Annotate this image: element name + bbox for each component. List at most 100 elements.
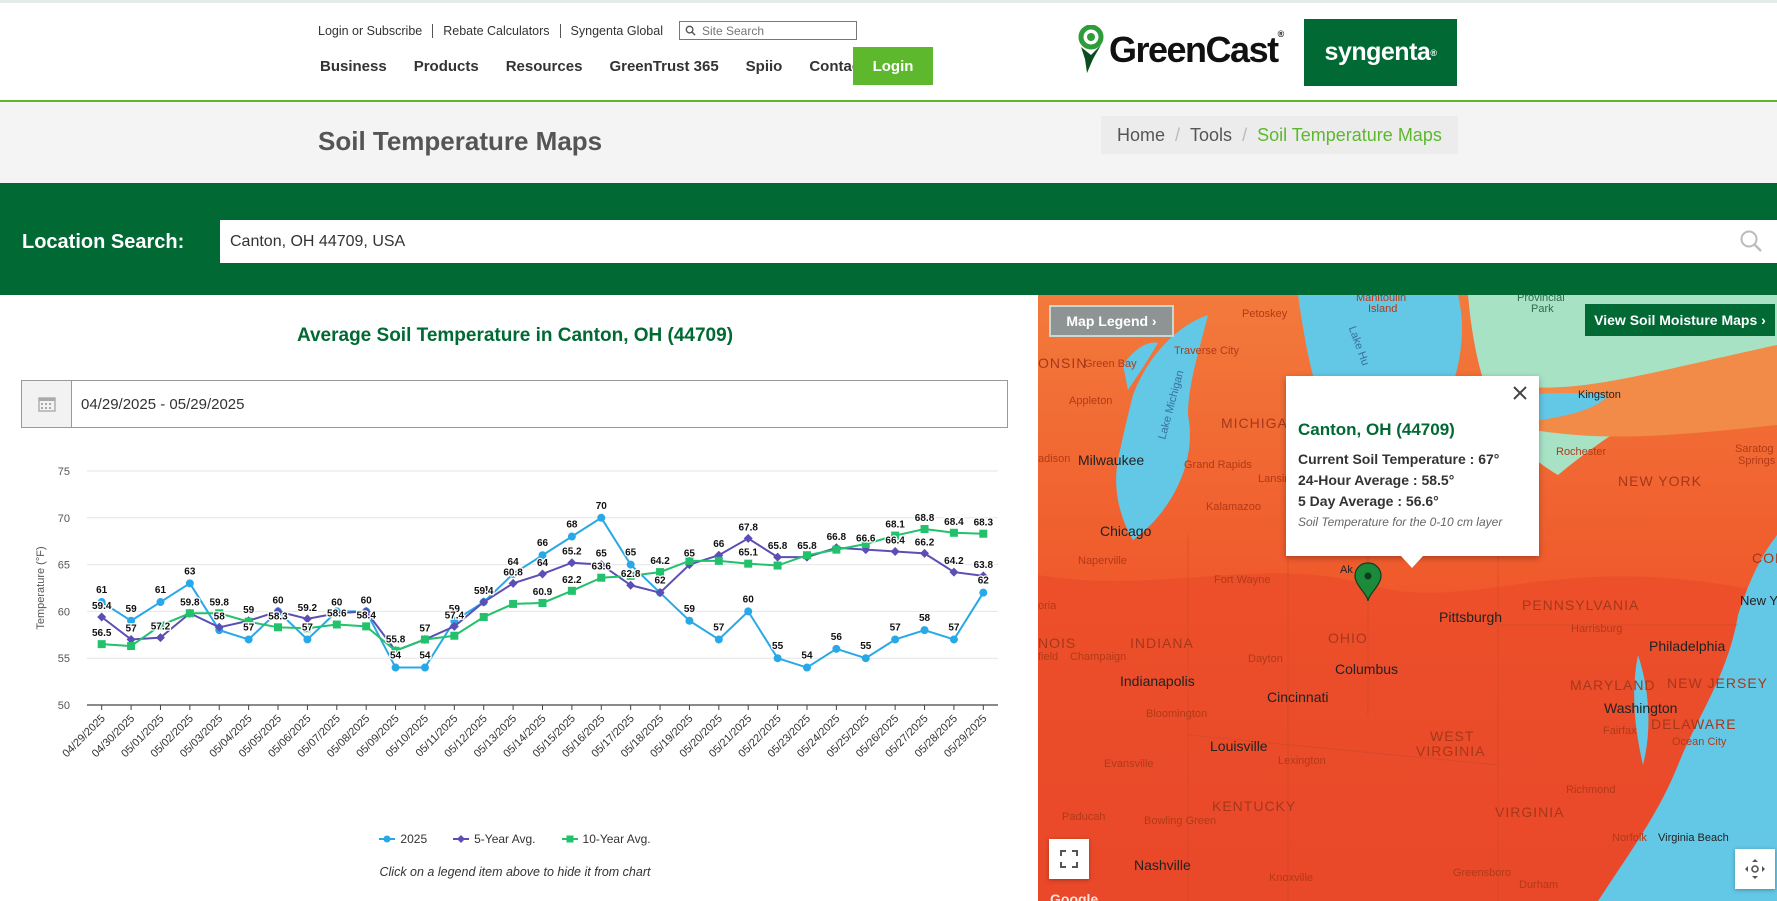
data-label: 61 — [155, 585, 167, 596]
map-label-philadelphia: Philadelphia — [1649, 638, 1726, 654]
map-legend-button[interactable]: Map Legend › — [1049, 305, 1174, 337]
data-point — [890, 546, 900, 556]
data-label: 58.3 — [268, 611, 288, 622]
date-range-picker[interactable] — [21, 380, 1008, 428]
data-label: 64.2 — [650, 556, 670, 567]
date-range-input[interactable] — [72, 381, 1007, 427]
data-point — [450, 631, 459, 640]
data-point — [802, 663, 811, 672]
map-label-fort-wayne: Fort Wayne — [1214, 574, 1271, 586]
data-label: 54 — [801, 651, 813, 662]
page-title: Soil Temperature Maps — [318, 126, 603, 156]
popup-note: Soil Temperature for the 0-10 cm layer — [1298, 515, 1503, 529]
title-bar: Soil Temperature Maps Home / Tools / Soi… — [0, 102, 1777, 183]
map-label-kalamazoo: Kalamazoo — [1206, 501, 1262, 513]
login-button[interactable]: Login — [853, 47, 933, 85]
map-label-paducah: Paducah — [1062, 811, 1106, 823]
nav-business[interactable]: Business — [320, 58, 387, 75]
data-point — [479, 613, 488, 622]
data-label: 64 — [537, 558, 549, 569]
rebate-calculators-link[interactable]: Rebate Calculators — [433, 23, 561, 38]
data-point — [156, 598, 165, 607]
y-tick-label: 60 — [58, 606, 70, 618]
map-label-greensboro: Greensboro — [1453, 867, 1512, 879]
data-label: 62 — [978, 576, 990, 587]
calendar-button[interactable] — [22, 381, 72, 427]
search-icon — [685, 25, 696, 36]
map-label-maryland: MARYLAND — [1570, 677, 1656, 693]
location-pin-dot — [1364, 572, 1372, 580]
location-search-input[interactable] — [230, 232, 1710, 251]
search-icon[interactable] — [1739, 229, 1763, 253]
map-label-kingston: Kingston — [1578, 389, 1621, 401]
site-search-input[interactable] — [701, 23, 852, 38]
data-label: 66.6 — [856, 534, 876, 545]
map-pan-control[interactable] — [1735, 849, 1775, 889]
nav-products[interactable]: Products — [414, 58, 479, 75]
site-search-box[interactable] — [678, 21, 857, 40]
map-label-springs: Springs — [1738, 455, 1776, 467]
map-label-durham: Durham — [1519, 879, 1559, 891]
legend-marker-10-year-avg — [561, 835, 578, 843]
y-tick-label: 70 — [58, 513, 70, 525]
map-label-petoskey: Petoskey — [1242, 308, 1288, 320]
legend-item-10-year-avg[interactable]: 10-Year Avg. — [561, 832, 651, 846]
close-icon[interactable] — [1513, 386, 1527, 400]
data-label: 65 — [684, 549, 696, 560]
legend-label: 5-Year Avg. — [474, 832, 536, 846]
view-soil-moisture-button[interactable]: View Soil Moisture Maps › — [1585, 304, 1775, 336]
map-label-kentucky: KENTUCKY — [1212, 798, 1297, 814]
legend-item-2025[interactable]: 2025 — [379, 832, 427, 846]
nav-greentrust-365[interactable]: GreenTrust 365 — [609, 58, 718, 75]
data-point — [714, 556, 723, 565]
data-label: 59.4 — [92, 601, 112, 612]
data-label: 68.8 — [915, 513, 935, 524]
breadcrumb-tools[interactable]: Tools — [1190, 125, 1232, 146]
data-point — [744, 607, 753, 616]
data-point — [832, 644, 841, 653]
map-label-pennsylvania: PENNSYLVANIA — [1522, 597, 1640, 613]
data-label: 55 — [772, 641, 784, 652]
soil-temperature-map[interactable]: Petoskey Manitoulin Island Provincial Pa… — [1038, 295, 1777, 901]
nav-spiio[interactable]: Spiio — [746, 58, 783, 75]
chart-hint: Click on a legend item above to hide it … — [379, 865, 651, 879]
fullscreen-icon — [1060, 850, 1078, 868]
data-label: 59.8 — [180, 597, 200, 608]
data-label: 70 — [596, 501, 608, 512]
map-label-madison: adison — [1038, 453, 1071, 465]
data-label: 58.6 — [327, 609, 347, 620]
legend-item-5-year-avg[interactable]: 5-Year Avg. — [453, 832, 536, 846]
popup-5-day-average: 5 Day Average : 56.6° — [1298, 493, 1439, 509]
data-point — [714, 635, 723, 644]
map-label-saratoga: Saratog — [1735, 443, 1774, 455]
data-label: 66 — [537, 538, 549, 549]
pan-arrows-icon — [1745, 859, 1765, 879]
syngenta-logo[interactable]: syngenta ® — [1304, 19, 1457, 86]
data-label: 54 — [390, 651, 402, 662]
login-subscribe-link[interactable]: Login or Subscribe — [318, 23, 434, 38]
syngenta-global-link[interactable]: Syngenta Global — [561, 24, 673, 38]
breadcrumb-home[interactable]: Home — [1117, 125, 1165, 146]
nav-resources[interactable]: Resources — [506, 58, 583, 75]
data-point — [920, 626, 929, 635]
data-point — [861, 654, 870, 663]
greencast-logo[interactable]: GreenCast® — [1075, 25, 1284, 75]
data-label: 66 — [713, 539, 725, 550]
data-point — [567, 532, 576, 541]
data-label: 59 — [243, 605, 255, 616]
data-point — [597, 513, 606, 522]
data-label: 58 — [214, 611, 226, 622]
y-tick-label: 50 — [58, 700, 70, 712]
map-label-park: Park — [1531, 303, 1554, 315]
data-label: 59.8 — [210, 597, 230, 608]
data-label: 66.4 — [885, 535, 905, 546]
data-label: 58 — [919, 613, 931, 624]
map-label-delaware: DELAWARE — [1651, 716, 1737, 732]
data-label: 64.2 — [944, 556, 964, 567]
utility-nav: Login or Subscribe Rebate Calculators Sy… — [318, 21, 857, 40]
location-search-bar: Location Search: — [0, 183, 1777, 295]
data-point — [685, 616, 694, 625]
fullscreen-button[interactable] — [1049, 839, 1089, 879]
map-label-knoxville: Knoxville — [1269, 872, 1314, 884]
map-label-milwaukee: Milwaukee — [1078, 452, 1145, 468]
